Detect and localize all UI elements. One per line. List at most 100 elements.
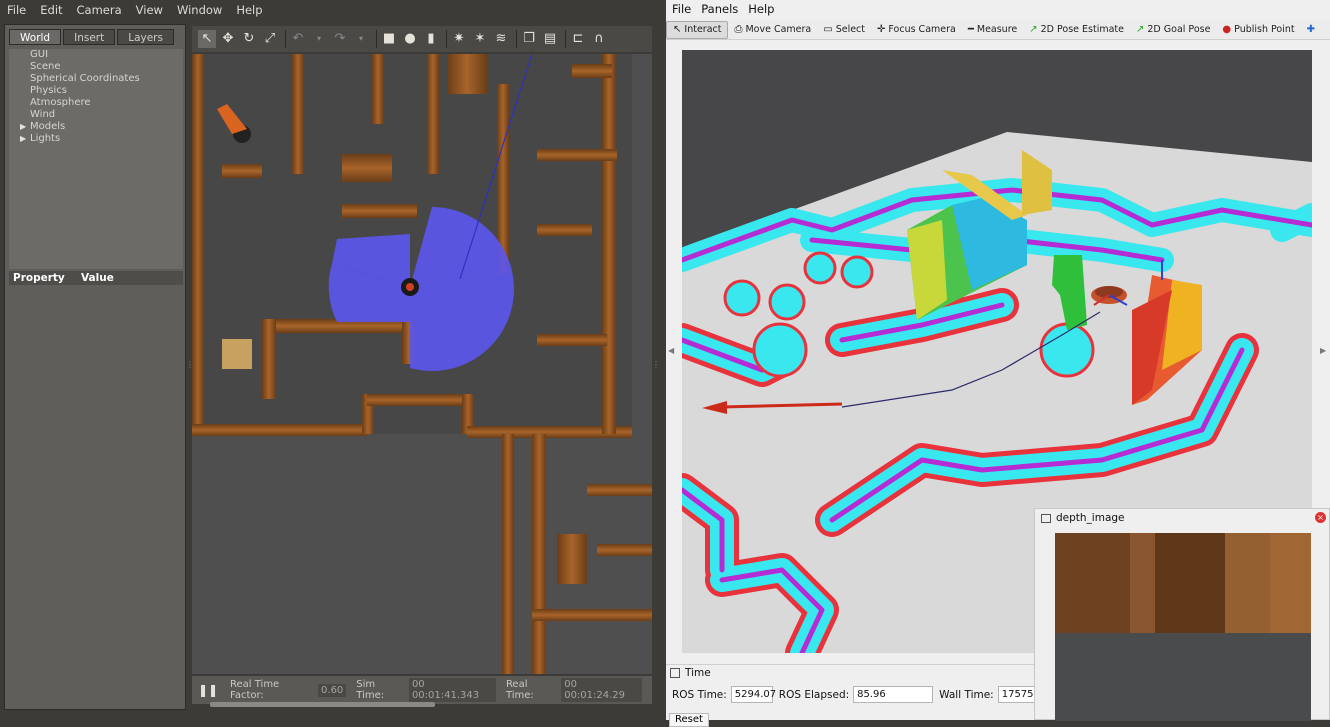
cylinder-shape-icon[interactable]: ▮ <box>422 30 440 48</box>
paste-icon[interactable]: ▤ <box>541 30 559 48</box>
time-panel-label: Time <box>685 667 711 679</box>
ros-time-label: ROS Time: <box>672 688 727 701</box>
menu-panels[interactable]: Panels <box>701 2 738 16</box>
tab-layers[interactable]: Layers <box>117 29 174 45</box>
menu-file[interactable]: File <box>7 3 26 17</box>
collapse-right-icon[interactable]: ▶ <box>1320 346 1326 355</box>
tree-item-spherical-coordinates[interactable]: Spherical Coordinates <box>9 73 183 85</box>
time-panel-title: Time <box>670 667 711 679</box>
scale-mode-icon[interactable]: ⤢ <box>261 30 279 48</box>
splitter-handle[interactable]: ⋮ <box>652 360 660 374</box>
tree-item-label: Lights <box>30 133 61 144</box>
tree-item-wind[interactable]: Wind <box>9 109 183 121</box>
tool-focus-camera[interactable]: ✛ Focus Camera <box>871 21 962 39</box>
tool-measure[interactable]: ━ Measure <box>962 21 1023 39</box>
menu-help[interactable]: Help <box>748 2 774 16</box>
ros-time-field[interactable]: 5294.07 <box>730 686 776 703</box>
depth-image-title: depth_image <box>1056 512 1125 524</box>
tree-item-label: Physics <box>30 85 67 96</box>
gazebo-window: File Edit Camera View Window Help World … <box>0 0 660 720</box>
select-mode-icon[interactable]: ↖ <box>198 30 216 48</box>
menu-view[interactable]: View <box>136 3 163 17</box>
tree-item-label: Wind <box>30 109 56 120</box>
collapse-left-icon[interactable]: ◀ <box>668 346 674 355</box>
property-table <box>9 287 183 707</box>
tree-item-gui[interactable]: GUI <box>9 49 183 61</box>
tool-label: Measure <box>976 24 1018 35</box>
rotate-mode-icon[interactable]: ↻ <box>240 30 258 48</box>
expand-arrow-icon[interactable]: ▶ <box>20 121 26 133</box>
rviz-toolbar: ↖ Interact ⎙ Move Camera ▭ Select ✛ Focus Ca… <box>666 20 1330 40</box>
tree-item-physics[interactable]: Physics <box>9 85 183 97</box>
ruler-icon: ━ <box>967 24 974 35</box>
gazebo-tabs: World Insert Layers <box>9 29 176 45</box>
time-row: ROS Time: 5294.07 ROS Elapsed: 85.96 Wal… <box>672 686 1058 703</box>
tree-item-scene[interactable]: Scene <box>9 61 183 73</box>
depth-image-titlebar[interactable]: depth_image <box>1035 509 1330 527</box>
menu-help[interactable]: Help <box>236 3 262 17</box>
copy-icon[interactable]: ❐ <box>520 30 538 48</box>
tree-item-lights[interactable]: ▶ Lights <box>9 133 183 145</box>
tab-insert[interactable]: Insert <box>63 29 116 45</box>
tree-item-label: GUI <box>30 49 49 60</box>
close-icon[interactable]: × <box>1315 512 1326 523</box>
toolbar-divider <box>285 30 286 48</box>
menu-camera[interactable]: Camera <box>77 3 122 17</box>
tool-publish-point[interactable]: ● Publish Point <box>1216 21 1300 39</box>
tree-item-label: Atmosphere <box>30 97 91 108</box>
select-box-icon: ▭ <box>823 24 833 35</box>
add-tool-button[interactable]: ✚ <box>1301 21 1324 39</box>
align-icon[interactable]: ⊏ <box>569 30 587 48</box>
gazebo-scene <box>192 54 652 674</box>
plus-icon: ✚ <box>1306 24 1316 35</box>
redo-icon[interactable]: ↷ <box>331 30 349 48</box>
tree-item-atmosphere[interactable]: Atmosphere <box>9 97 183 109</box>
reset-button[interactable]: Reset <box>669 713 709 727</box>
pause-icon[interactable]: ❚❚ <box>198 683 218 697</box>
horizontal-scrollbar[interactable] <box>210 702 435 707</box>
property-column-header: Property <box>13 272 65 284</box>
dropdown-arrow-icon[interactable]: ▾ <box>310 30 328 48</box>
green-arrow-icon: ↗ <box>1136 24 1145 35</box>
tool-2d-goal-pose[interactable]: ↗ 2D Goal Pose <box>1130 21 1216 39</box>
depth-image-render <box>1055 533 1311 721</box>
snap-icon[interactable]: ∩ <box>590 30 608 48</box>
menu-window[interactable]: Window <box>177 3 222 17</box>
map-pin-icon: ● <box>1222 24 1232 35</box>
tool-select[interactable]: ▭ Select <box>817 21 871 39</box>
spot-light-icon[interactable]: ✶ <box>471 30 489 48</box>
toolbar-divider <box>376 30 377 48</box>
rviz-menubar: File Panels Help <box>666 0 1330 18</box>
green-arrow-icon: ↗ <box>1029 24 1038 35</box>
dropdown-arrow-icon[interactable]: ▾ <box>352 30 370 48</box>
ros-elapsed-field[interactable]: 85.96 <box>853 686 934 703</box>
directional-light-icon[interactable]: ≋ <box>492 30 510 48</box>
tool-interact[interactable]: ↖ Interact <box>666 20 729 39</box>
translate-mode-icon[interactable]: ✥ <box>219 30 237 48</box>
tree-item-models[interactable]: ▶ Models <box>9 121 183 133</box>
tool-label: Select <box>835 24 866 35</box>
panel-icon <box>670 668 680 678</box>
box-shape-icon[interactable]: ■ <box>380 30 398 48</box>
tree-item-label: Scene <box>30 61 61 72</box>
sphere-shape-icon[interactable]: ● <box>401 30 419 48</box>
gazebo-status-bar: ❚❚ Real Time Factor: 0.60 Sim Time: 00 0… <box>192 676 652 704</box>
tool-label: Publish Point <box>1234 24 1295 35</box>
tree-item-label: Spherical Coordinates <box>30 73 140 84</box>
depth-image-window: depth_image × <box>1034 508 1330 721</box>
undo-icon[interactable]: ↶ <box>289 30 307 48</box>
tool-label: Interact <box>684 24 722 35</box>
gazebo-3d-viewport[interactable] <box>192 54 652 674</box>
tool-2d-pose-estimate[interactable]: ↗ 2D Pose Estimate <box>1023 21 1130 39</box>
toolbar-divider <box>565 30 566 48</box>
menu-edit[interactable]: Edit <box>40 3 62 17</box>
tab-world[interactable]: World <box>9 29 62 45</box>
point-light-icon[interactable]: ✷ <box>450 30 468 48</box>
ros-elapsed-label: ROS Elapsed: <box>778 688 850 701</box>
tool-move-camera[interactable]: ⎙ Move Camera <box>728 21 817 39</box>
world-tree: GUI Scene Spherical Coordinates Physics … <box>9 49 183 269</box>
expand-arrow-icon[interactable]: ▶ <box>20 133 26 145</box>
image-icon <box>1041 513 1051 523</box>
menu-file[interactable]: File <box>672 2 691 16</box>
property-header: Property Value <box>9 271 183 285</box>
